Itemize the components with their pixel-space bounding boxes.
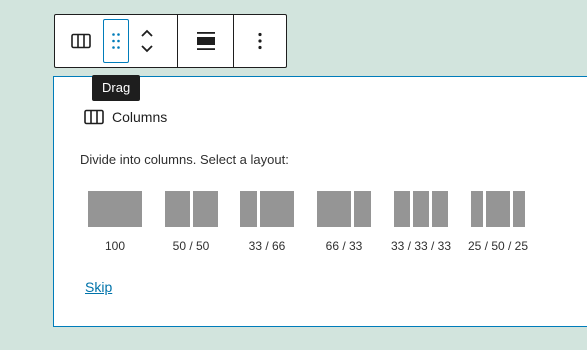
column-shape <box>486 191 510 227</box>
variation-50-50[interactable]: 50 / 50 <box>151 191 231 253</box>
move-up-down-button[interactable] <box>135 19 159 63</box>
drag-handle-button[interactable] <box>103 19 129 63</box>
toolbar-group-block <box>55 15 178 67</box>
variation-label: 33 / 33 / 33 <box>390 239 452 253</box>
variation-icon <box>88 191 142 227</box>
variation-icon <box>317 191 371 227</box>
variation-100[interactable]: 100 <box>75 191 155 253</box>
columns-icon <box>84 109 104 125</box>
move-up-down-icon <box>141 29 153 53</box>
placeholder-instructions: Divide into columns. Select a layout: <box>80 152 289 167</box>
variation-icon <box>164 191 218 227</box>
column-shape <box>471 191 483 227</box>
variation-icon <box>394 191 448 227</box>
variation-icon <box>471 191 525 227</box>
column-shape <box>260 191 294 227</box>
column-shape <box>432 191 448 227</box>
align-button[interactable] <box>188 23 224 59</box>
variation-33-33-33[interactable]: 33 / 33 / 33 <box>381 191 461 253</box>
align-icon <box>196 32 215 50</box>
column-shape <box>240 191 257 227</box>
column-shape <box>192 191 218 227</box>
variation-66-33[interactable]: 66 / 33 <box>304 191 384 253</box>
toolbar-group-align <box>178 15 234 67</box>
variation-25-50-25[interactable]: 25 / 50 / 25 <box>458 191 538 253</box>
more-options-button[interactable] <box>242 23 278 59</box>
variation-33-66[interactable]: 33 / 66 <box>227 191 307 253</box>
columns-placeholder: Columns Divide into columns. Select a la… <box>53 76 587 327</box>
drag-handle-icon <box>112 33 120 49</box>
variation-label: 25 / 50 / 25 <box>467 239 529 253</box>
skip-link[interactable]: Skip <box>85 279 112 295</box>
placeholder-label: Columns <box>84 109 167 125</box>
more-options-icon <box>258 32 262 50</box>
column-shape <box>88 191 142 227</box>
variation-label: 33 / 66 <box>248 239 286 253</box>
variation-label: 66 / 33 <box>325 239 363 253</box>
column-shape <box>354 191 371 227</box>
columns-icon <box>71 33 91 49</box>
column-shape <box>164 191 190 227</box>
column-shape <box>394 191 410 227</box>
variation-list: 100 50 / 50 33 / 66 66 / 33 33 / 33 / 33… <box>54 191 587 261</box>
toolbar-group-more <box>234 15 286 67</box>
drag-tooltip: Drag <box>92 75 141 101</box>
block-type-button[interactable] <box>63 23 99 59</box>
variation-label: 100 <box>104 239 126 253</box>
column-shape <box>513 191 525 227</box>
column-shape <box>317 191 351 227</box>
variation-label: 50 / 50 <box>172 239 210 253</box>
column-shape <box>413 191 429 227</box>
block-toolbar <box>54 14 287 68</box>
placeholder-title: Columns <box>112 109 168 125</box>
variation-icon <box>240 191 294 227</box>
